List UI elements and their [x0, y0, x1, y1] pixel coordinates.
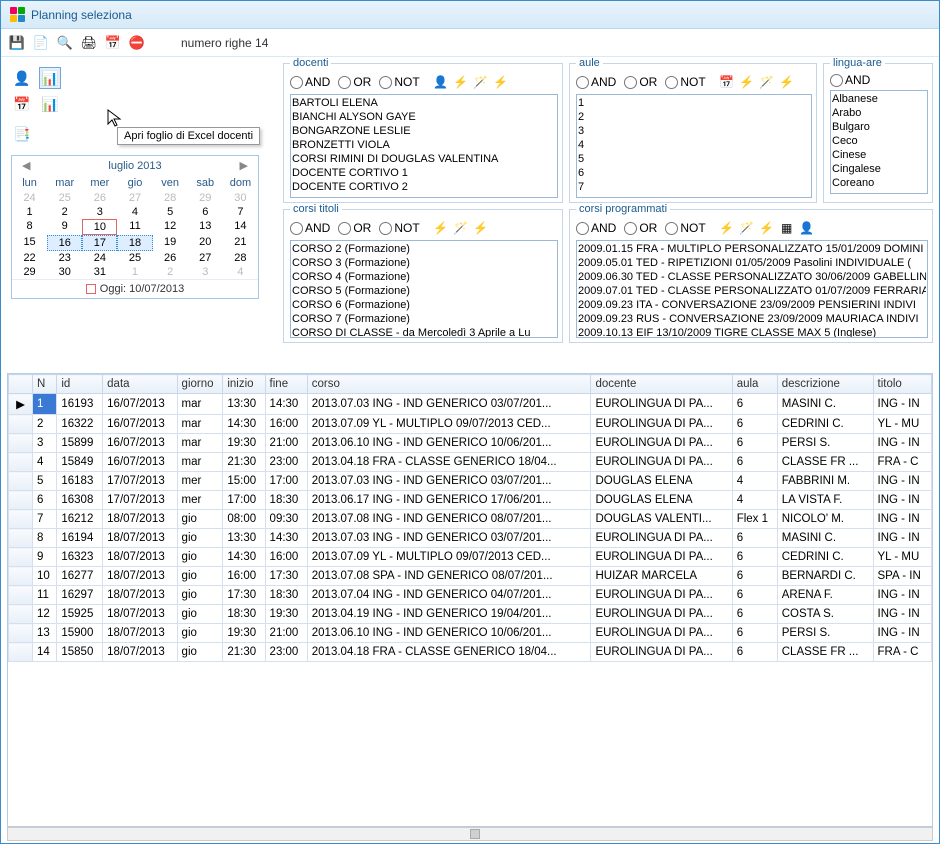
- titlebar: Planning seleziona: [1, 1, 939, 29]
- aule-not-radio[interactable]: NOT: [665, 75, 705, 89]
- tooltip: Apri foglio di Excel docenti: [117, 127, 260, 145]
- cal-today-link[interactable]: Oggi: 10/07/2013: [12, 279, 258, 298]
- search-icon[interactable]: 🔍: [55, 33, 75, 53]
- bolt-add-icon[interactable]: ⚡: [718, 219, 736, 237]
- cp-or-radio[interactable]: OR: [624, 221, 657, 235]
- person-icon[interactable]: 👤: [798, 219, 816, 237]
- delete-icon[interactable]: ⛔: [127, 33, 147, 53]
- lingua-label: lingua-are: [830, 57, 885, 69]
- lingua-and-radio[interactable]: AND: [830, 73, 870, 87]
- cal-next-icon[interactable]: ▶: [234, 159, 254, 172]
- wand-icon[interactable]: 🪄: [758, 73, 776, 91]
- cp-and-radio[interactable]: AND: [576, 221, 616, 235]
- calendar-tool-icon[interactable]: 📅: [11, 93, 33, 115]
- ct-not-radio[interactable]: NOT: [379, 221, 419, 235]
- planning-window: Planning seleziona 💾 📄 🔍 🖨 📅 ⛔ numero ri…: [0, 0, 940, 844]
- wand-icon[interactable]: 🪄: [452, 219, 470, 237]
- docenti-label: docenti: [290, 57, 331, 69]
- new-icon[interactable]: 📄: [31, 33, 51, 53]
- bolt-remove-icon[interactable]: ⚡: [758, 219, 776, 237]
- bolt-add-icon[interactable]: ⚡: [738, 73, 756, 91]
- corsi-titoli-list[interactable]: CORSO 2 (Formazione)CORSO 3 (Formazione)…: [290, 240, 558, 338]
- docenti-and-radio[interactable]: AND: [290, 75, 330, 89]
- cp-not-radio[interactable]: NOT: [665, 221, 705, 235]
- left-panel: 👤 📊 📅 📊 📑 ◀ luglio 2013 ▶ lunmarmergiove…: [7, 63, 277, 343]
- lingua-list[interactable]: AlbaneseAraboBulgaroCecoCineseCingaleseC…: [830, 90, 928, 194]
- aule-label: aule: [576, 57, 603, 69]
- cal-day-headers: lunmarmergiovensabdom: [12, 175, 258, 191]
- main-toolbar: 💾 📄 🔍 🖨 📅 ⛔ numero righe 14: [1, 29, 939, 57]
- bolt-add-icon[interactable]: ⚡: [452, 73, 470, 91]
- data-grid[interactable]: Niddatagiornoiniziofinecorsodocenteaulad…: [7, 373, 933, 827]
- excel-docenti-icon[interactable]: 📊: [39, 67, 61, 89]
- docenti-list[interactable]: BARTOLI ELENABIANCHI ALYSON GAYEBONGARZO…: [290, 94, 558, 198]
- docenti-or-radio[interactable]: OR: [338, 75, 371, 89]
- aule-and-radio[interactable]: AND: [576, 75, 616, 89]
- report-icon[interactable]: 📑: [11, 123, 33, 145]
- docenti-not-radio[interactable]: NOT: [379, 75, 419, 89]
- wand-icon[interactable]: 🪄: [738, 219, 756, 237]
- ct-and-radio[interactable]: AND: [290, 221, 330, 235]
- save-icon[interactable]: 💾: [7, 33, 27, 53]
- ct-or-radio[interactable]: OR: [338, 221, 371, 235]
- grid-icon[interactable]: ▦: [778, 219, 796, 237]
- aule-list[interactable]: 1234567: [576, 94, 812, 198]
- wand-icon[interactable]: 🪄: [472, 73, 490, 91]
- cal-title: luglio 2013: [44, 160, 225, 172]
- row-count-label: numero righe 14: [181, 36, 268, 50]
- calendar-widget[interactable]: ◀ luglio 2013 ▶ lunmarmergiovensabdom 24…: [11, 155, 259, 299]
- bolt-add-icon[interactable]: ⚡: [432, 219, 450, 237]
- calendar-mini-icon[interactable]: 📅: [718, 73, 736, 91]
- bolt-remove-icon[interactable]: ⚡: [472, 219, 490, 237]
- horizontal-scrollbar[interactable]: [7, 827, 933, 841]
- bolt-remove-icon[interactable]: ⚡: [492, 73, 510, 91]
- corsi-titoli-label: corsi titoli: [290, 203, 342, 215]
- excel-aule-icon[interactable]: 📊: [39, 93, 61, 115]
- app-icon: [9, 7, 25, 23]
- calendar-icon[interactable]: 📅: [103, 33, 123, 53]
- window-title: Planning seleziona: [31, 8, 132, 22]
- user-icon[interactable]: 👤: [11, 67, 33, 89]
- print-icon[interactable]: 🖨: [79, 33, 99, 53]
- corsi-prog-label: corsi programmati: [576, 203, 670, 215]
- person-icon[interactable]: 👤: [432, 73, 450, 91]
- cal-prev-icon[interactable]: ◀: [16, 159, 36, 172]
- aule-or-radio[interactable]: OR: [624, 75, 657, 89]
- cal-days[interactable]: 2425262728293012345678910111213141516171…: [12, 191, 258, 279]
- bolt-remove-icon[interactable]: ⚡: [778, 73, 796, 91]
- corsi-prog-list[interactable]: 2009.01.15 FRA - MULTIPLO PERSONALIZZATO…: [576, 240, 928, 338]
